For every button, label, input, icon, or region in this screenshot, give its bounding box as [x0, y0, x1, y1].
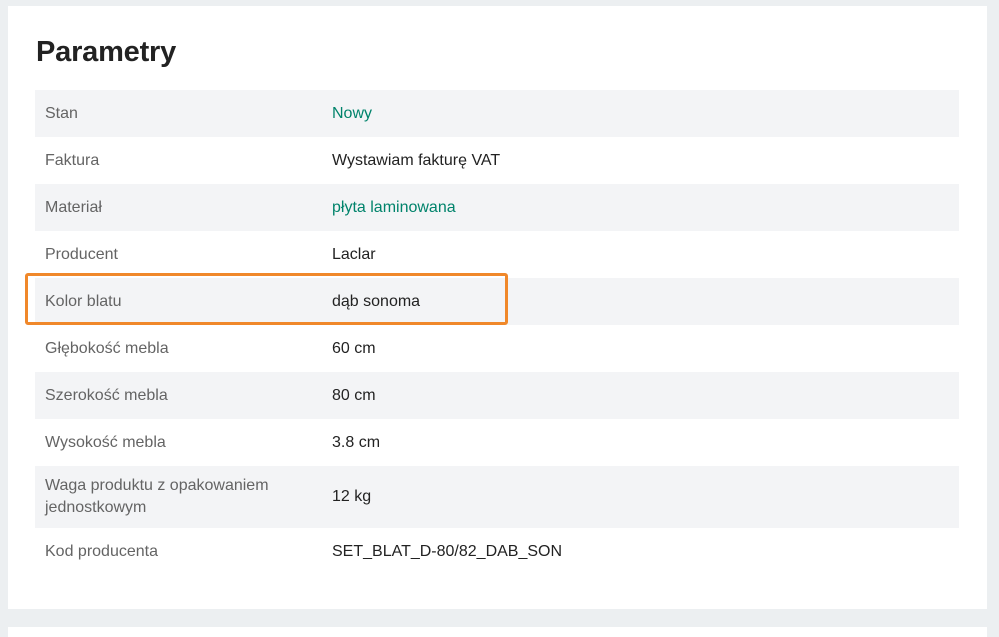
param-value: 60 cm — [332, 339, 376, 357]
section-title: Parametry — [36, 36, 177, 68]
param-value-link[interactable]: płyta laminowana — [332, 197, 456, 219]
param-row-material: Materiał płyta laminowana — [35, 184, 959, 231]
param-row-glebokosc: Głębokość mebla 60 cm — [35, 325, 959, 372]
param-label: Stan — [45, 104, 78, 122]
param-label: Producent — [45, 245, 118, 263]
param-label: Kod producenta — [45, 542, 158, 560]
param-value: 12 kg — [332, 488, 372, 505]
param-value-link[interactable]: Nowy — [332, 103, 372, 125]
param-row-stan: Stan Nowy — [35, 90, 959, 137]
param-label: Szerokość mebla — [45, 386, 168, 404]
param-value: 3.8 cm — [332, 433, 381, 451]
param-label: Faktura — [45, 151, 100, 169]
param-label: Głębokość mebla — [45, 339, 169, 357]
param-row-faktura: Faktura Wystawiam fakturę VAT — [35, 137, 959, 184]
param-row-producent: Producent Laclar — [35, 231, 959, 278]
param-label: Kolor blatu — [45, 292, 122, 310]
param-value: dąb sonoma — [332, 292, 421, 310]
param-label: Waga produktu z opakowaniem jednostkowym — [45, 477, 269, 516]
param-row-kod-producenta: Kod producenta SET_BLAT_D-80/82_DAB_SON — [35, 528, 959, 575]
param-row-szerokosc: Szerokość mebla 80 cm — [35, 372, 959, 419]
param-value: Wystawiam fakturę VAT — [332, 151, 501, 169]
parameters-card: Parametry Stan Nowy Faktura Wystawiam fa… — [8, 6, 987, 609]
param-row-wysokosc: Wysokość mebla 3.8 cm — [35, 419, 959, 466]
next-section-card — [8, 627, 987, 637]
param-row-kolor-blatu: Kolor blatu dąb sonoma — [35, 278, 959, 325]
param-value: SET_BLAT_D-80/82_DAB_SON — [332, 542, 563, 560]
param-label: Wysokość mebla — [45, 433, 166, 451]
param-label: Materiał — [45, 198, 102, 216]
param-row-waga: Waga produktu z opakowaniem jednostkowym… — [35, 466, 959, 528]
param-value: 80 cm — [332, 386, 376, 404]
param-value: Laclar — [332, 245, 376, 263]
parameters-table: Stan Nowy Faktura Wystawiam fakturę VAT … — [35, 90, 959, 575]
